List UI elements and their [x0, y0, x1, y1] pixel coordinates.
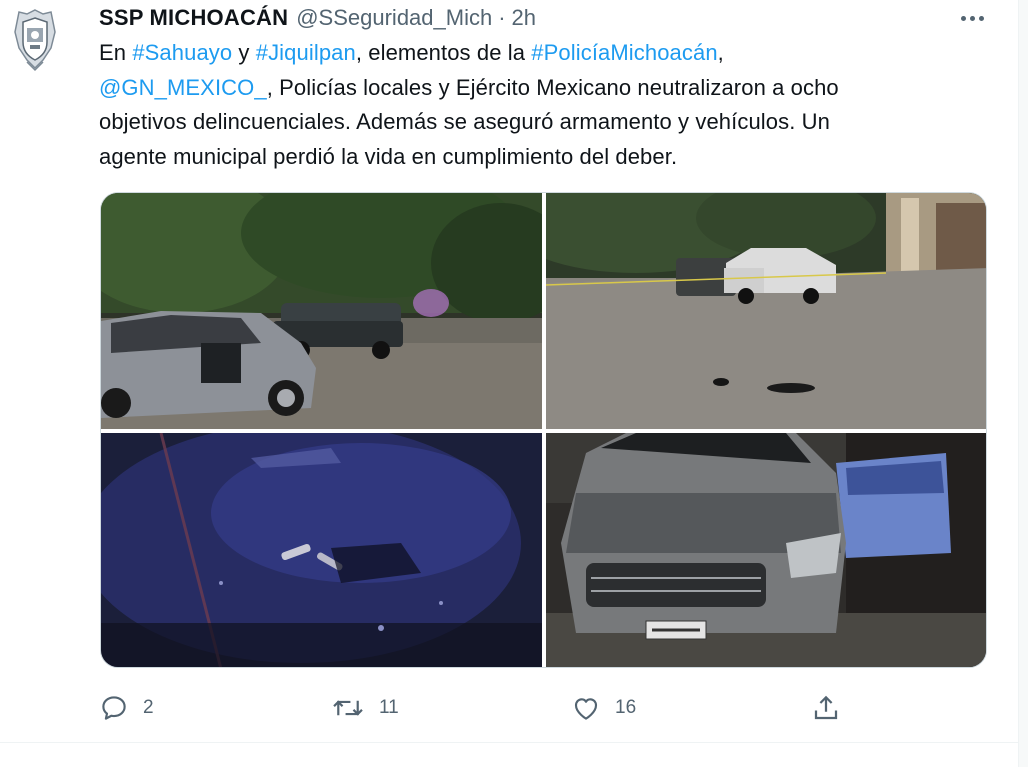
tweet-actions: 2 11 16 — [99, 690, 859, 726]
tweet-text-line-3: objetivos delincuenciales. Además se ase… — [99, 109, 830, 134]
photo-2[interactable] — [546, 193, 986, 429]
tweet-card[interactable]: SSP MICHOACÁN @SSeguridad_Mich · 2h En #… — [0, 0, 1018, 767]
separator-dot: · — [498, 5, 506, 30]
retweet-icon — [333, 700, 363, 716]
reply-icon — [102, 696, 126, 720]
tweet-timestamp[interactable]: 2h — [512, 5, 536, 31]
more-horizontal-icon — [960, 15, 966, 21]
more-options-button[interactable] — [952, 6, 992, 30]
heart-icon — [574, 698, 598, 720]
retweet-count: 11 — [379, 697, 399, 718]
police-shield-badge-icon — [14, 9, 56, 72]
like-button[interactable]: 16 — [571, 690, 636, 726]
hashtag-jiquilpan[interactable]: #Jiquilpan — [256, 40, 356, 65]
scrollbar-track[interactable] — [1018, 0, 1028, 767]
tweet-header: SSP MICHOACÁN @SSeguridad_Mich · 2h — [99, 3, 536, 33]
photo-1[interactable] — [101, 193, 542, 429]
share-button[interactable] — [811, 690, 841, 726]
tweet-text-line-4: agente municipal perdió la vida en cumpl… — [99, 143, 678, 169]
retweet-button[interactable]: 11 — [331, 690, 399, 726]
media-grid — [100, 192, 987, 668]
avatar[interactable] — [10, 6, 60, 74]
reply-button[interactable]: 2 — [99, 690, 154, 726]
tweet-text: En #Sahuayo y #Jiquilpan, elementos de l… — [99, 36, 979, 174]
tweet-text-line-2: @GN_MEXICO_, Policías locales y Ejército… — [99, 74, 839, 100]
author-display-name[interactable]: SSP MICHOACÁN — [99, 5, 288, 31]
hashtag-policia-michoacan[interactable]: #PolicíaMichoacán — [531, 40, 717, 65]
share-icon — [814, 695, 838, 720]
tweet-text-line-1: En #Sahuayo y #Jiquilpan, elementos de l… — [99, 40, 724, 65]
mention-gn-mexico[interactable]: @GN_MEXICO_ — [99, 75, 267, 100]
like-count: 16 — [615, 697, 637, 718]
photo-3[interactable] — [101, 433, 542, 667]
reply-count: 2 — [143, 697, 154, 718]
photo-4[interactable] — [546, 433, 986, 667]
tweet-divider — [0, 742, 1018, 743]
hashtag-sahuayo[interactable]: #Sahuayo — [132, 40, 232, 65]
author-handle[interactable]: @SSeguridad_Mich — [296, 5, 492, 31]
